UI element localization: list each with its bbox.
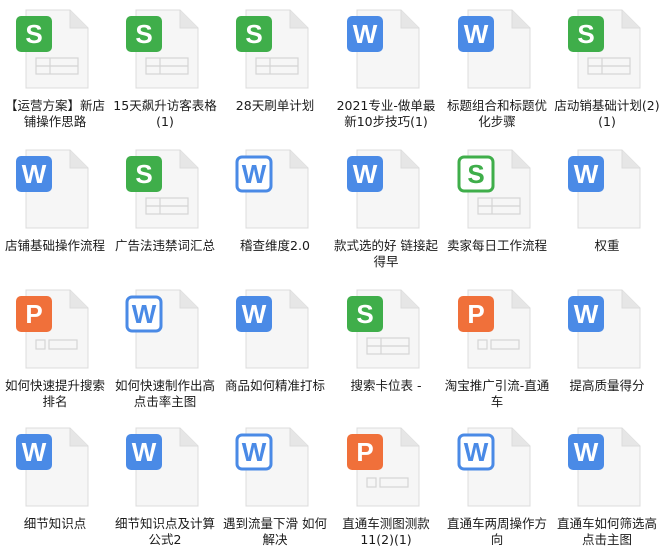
file-item[interactable]: P 淘宝推广引流-直通车 bbox=[442, 284, 552, 412]
file-item[interactable]: W 细节知识点及计算公式2 bbox=[110, 422, 220, 550]
spreadsheet-file-icon: S bbox=[126, 149, 199, 229]
svg-text:S: S bbox=[467, 159, 484, 189]
svg-text:S: S bbox=[135, 159, 152, 189]
file-item[interactable]: W 直通车如何筛选高点击主图 bbox=[552, 422, 662, 550]
word-document-icon: W bbox=[235, 427, 309, 507]
file-name: 细节知识点及计算公式2 bbox=[114, 516, 215, 547]
file-name: 标题组合和标题优化步骤 bbox=[446, 98, 547, 129]
file-name: 广告法违禁词汇总 bbox=[114, 238, 215, 253]
file-item[interactable]: W 遇到流量下滑 如何解决 bbox=[220, 422, 330, 550]
svg-text:W: W bbox=[242, 159, 267, 189]
file-name: 商品如何精准打标 bbox=[224, 378, 325, 393]
svg-text:W: W bbox=[22, 437, 47, 467]
file-name: 如何快速提升搜索排名 bbox=[4, 378, 105, 409]
spreadsheet-file-icon: S bbox=[126, 9, 199, 89]
word-document-icon: W bbox=[235, 149, 309, 229]
word-document-icon: W bbox=[126, 427, 199, 507]
svg-text:W: W bbox=[464, 19, 489, 49]
file-item[interactable]: W 商品如何精准打标 bbox=[220, 284, 330, 412]
file-item[interactable]: P 如何快速提升搜索排名 bbox=[0, 284, 110, 412]
file-item[interactable]: S 【运营方案】新店铺操作思路 bbox=[0, 4, 110, 132]
word-document-icon: W bbox=[347, 149, 420, 229]
word-document-icon: W bbox=[568, 427, 641, 507]
file-item[interactable]: W 标题组合和标题优化步骤 bbox=[442, 4, 552, 132]
svg-text:P: P bbox=[25, 299, 42, 329]
word-document-icon: W bbox=[347, 9, 420, 89]
svg-text:S: S bbox=[356, 299, 373, 329]
svg-text:W: W bbox=[132, 437, 157, 467]
file-name: 直通车测图测款11(2)(1) bbox=[342, 516, 430, 547]
file-item[interactable]: S 28天刷单计划 bbox=[220, 4, 330, 132]
file-grid: S 【运营方案】新店铺操作思路 S 15天飙升访客表格(1) S 28天刷单计划 W 2021… bbox=[0, 0, 665, 550]
file-name: 28天刷单计划 bbox=[235, 98, 315, 113]
svg-text:W: W bbox=[353, 19, 378, 49]
word-document-icon: W bbox=[125, 289, 199, 369]
file-item[interactable]: S 店动销基础计划(2)(1) bbox=[552, 4, 662, 132]
file-name: 【运营方案】新店铺操作思路 bbox=[4, 98, 105, 129]
file-name: 细节知识点 bbox=[23, 516, 87, 531]
file-item[interactable]: W 款式选的好 链接起得早 bbox=[331, 144, 441, 272]
file-name: 卖家每日工作流程 bbox=[446, 238, 547, 253]
file-name: 搜索卡位表 - bbox=[350, 378, 422, 393]
svg-text:W: W bbox=[353, 159, 378, 189]
word-document-icon: W bbox=[16, 149, 89, 229]
file-item[interactable]: S 15天飙升访客表格(1) bbox=[110, 4, 220, 132]
file-item[interactable]: W 如何快速制作出高点击率主图 bbox=[110, 284, 220, 412]
svg-text:S: S bbox=[135, 19, 152, 49]
spreadsheet-file-icon: S bbox=[347, 289, 420, 369]
svg-text:W: W bbox=[132, 299, 157, 329]
file-item[interactable]: W 稽查维度2.0 bbox=[220, 144, 330, 272]
spreadsheet-file-icon: S bbox=[236, 9, 309, 89]
word-document-icon: W bbox=[236, 289, 309, 369]
file-name: 2021专业-做单最新10步技巧(1) bbox=[336, 98, 436, 129]
file-name: 款式选的好 链接起得早 bbox=[334, 238, 438, 269]
file-name: 稽查维度2.0 bbox=[240, 238, 310, 253]
word-document-icon: W bbox=[16, 427, 89, 507]
presentation-file-icon: P bbox=[458, 289, 531, 369]
file-name: 店铺基础操作流程 bbox=[4, 238, 105, 253]
file-item[interactable]: S 广告法违禁词汇总 bbox=[110, 144, 220, 272]
file-item[interactable]: S 搜索卡位表 - bbox=[331, 284, 441, 412]
svg-text:P: P bbox=[356, 437, 373, 467]
file-name: 遇到流量下滑 如何解决 bbox=[223, 516, 327, 547]
file-item[interactable]: W 直通车两周操作方向 bbox=[442, 422, 552, 550]
word-document-icon: W bbox=[457, 427, 531, 507]
svg-text:W: W bbox=[464, 437, 489, 467]
file-item[interactable]: W 提高质量得分 bbox=[552, 284, 662, 412]
word-document-icon: W bbox=[458, 9, 531, 89]
word-document-icon: W bbox=[568, 289, 641, 369]
file-item[interactable]: P 直通车测图测款11(2)(1) bbox=[331, 422, 441, 550]
svg-text:W: W bbox=[574, 159, 599, 189]
spreadsheet-file-icon: S bbox=[568, 9, 641, 89]
file-name: 权重 bbox=[594, 238, 620, 253]
svg-text:W: W bbox=[574, 299, 599, 329]
word-document-icon: W bbox=[568, 149, 641, 229]
svg-text:P: P bbox=[467, 299, 484, 329]
spreadsheet-file-icon: S bbox=[16, 9, 89, 89]
svg-text:W: W bbox=[242, 437, 267, 467]
presentation-file-icon: P bbox=[16, 289, 89, 369]
file-item[interactable]: S 卖家每日工作流程 bbox=[442, 144, 552, 272]
svg-text:W: W bbox=[574, 437, 599, 467]
svg-text:S: S bbox=[577, 19, 594, 49]
file-item[interactable]: W 细节知识点 bbox=[0, 422, 110, 550]
file-name: 淘宝推广引流-直通车 bbox=[444, 378, 550, 409]
file-item[interactable]: W 2021专业-做单最新10步技巧(1) bbox=[331, 4, 441, 132]
file-name: 如何快速制作出高点击率主图 bbox=[114, 378, 215, 409]
svg-text:S: S bbox=[25, 19, 42, 49]
file-name: 15天飙升访客表格(1) bbox=[113, 98, 217, 129]
file-item[interactable]: W 权重 bbox=[552, 144, 662, 272]
file-item[interactable]: W 店铺基础操作流程 bbox=[0, 144, 110, 272]
presentation-file-icon: P bbox=[347, 427, 420, 507]
file-name: 店动销基础计划(2)(1) bbox=[554, 98, 660, 129]
svg-text:W: W bbox=[22, 159, 47, 189]
svg-text:S: S bbox=[245, 19, 262, 49]
spreadsheet-file-icon: S bbox=[457, 149, 531, 229]
file-name: 直通车如何筛选高点击主图 bbox=[556, 516, 657, 547]
file-name: 直通车两周操作方向 bbox=[446, 516, 547, 547]
svg-text:W: W bbox=[242, 299, 267, 329]
file-name: 提高质量得分 bbox=[569, 378, 645, 393]
